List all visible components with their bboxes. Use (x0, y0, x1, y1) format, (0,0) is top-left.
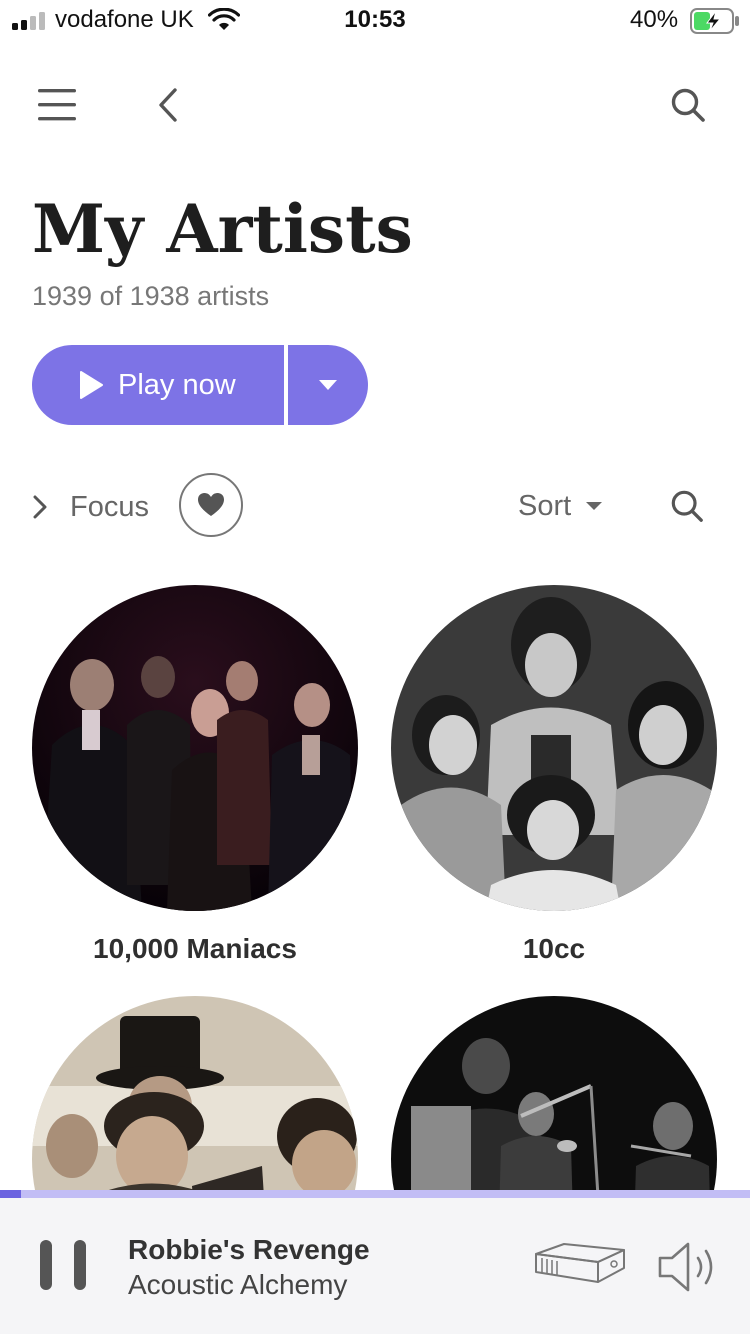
artist-card[interactable]: 10,000 Maniacs (32, 585, 358, 965)
sort-label: Sort (518, 489, 572, 522)
now-playing-title: Robbie's Revenge (128, 1234, 370, 1265)
page-title: My Artists (32, 190, 413, 268)
chevron-left-icon (159, 88, 177, 122)
artist-name: 10cc (522, 933, 586, 964)
focus-label: Focus (70, 490, 149, 523)
status-bar: vodafone UK 10:53 40% (0, 0, 750, 44)
play-icon (80, 371, 103, 399)
artist-photo (391, 585, 717, 911)
streamer-device-icon[interactable] (534, 1240, 626, 1290)
pause-icon (40, 1240, 52, 1290)
search-icon (671, 490, 703, 522)
now-playing-artist: Acoustic Alchemy (128, 1269, 348, 1300)
battery-charging-icon (690, 8, 739, 34)
caret-down-icon (586, 502, 603, 510)
back-button[interactable] (146, 80, 190, 130)
heart-icon (198, 493, 224, 516)
search-icon (671, 88, 705, 122)
playback-progress-bar[interactable] (0, 1190, 750, 1198)
artist-photo (32, 585, 358, 911)
play-options-button[interactable] (288, 345, 368, 425)
filter-search-button[interactable] (660, 480, 714, 532)
play-now-label: Play now (118, 368, 236, 401)
speaker-volume-icon[interactable] (656, 1240, 720, 1294)
menu-button[interactable] (30, 80, 84, 130)
sort-button[interactable]: Sort (518, 484, 603, 528)
artist-card[interactable]: 10cc (391, 585, 717, 965)
favorites-filter-button[interactable] (179, 473, 243, 537)
pause-button[interactable] (40, 1240, 86, 1292)
chevron-right-icon (33, 495, 47, 519)
artist-name: 10,000 Maniacs (93, 933, 297, 964)
battery-percent: 40% (630, 6, 679, 33)
top-search-button[interactable] (660, 80, 716, 130)
play-now-button[interactable]: Play now (32, 345, 284, 425)
focus-toggle[interactable]: Focus (32, 484, 149, 530)
hamburger-menu-icon (38, 89, 76, 121)
now-playing-bar[interactable]: Robbie's Revenge Acoustic Alchemy (0, 1198, 750, 1334)
artist-count: 1939 of 1938 artists (32, 281, 270, 311)
caret-down-icon (319, 380, 337, 390)
playback-progress-fill (0, 1190, 21, 1198)
